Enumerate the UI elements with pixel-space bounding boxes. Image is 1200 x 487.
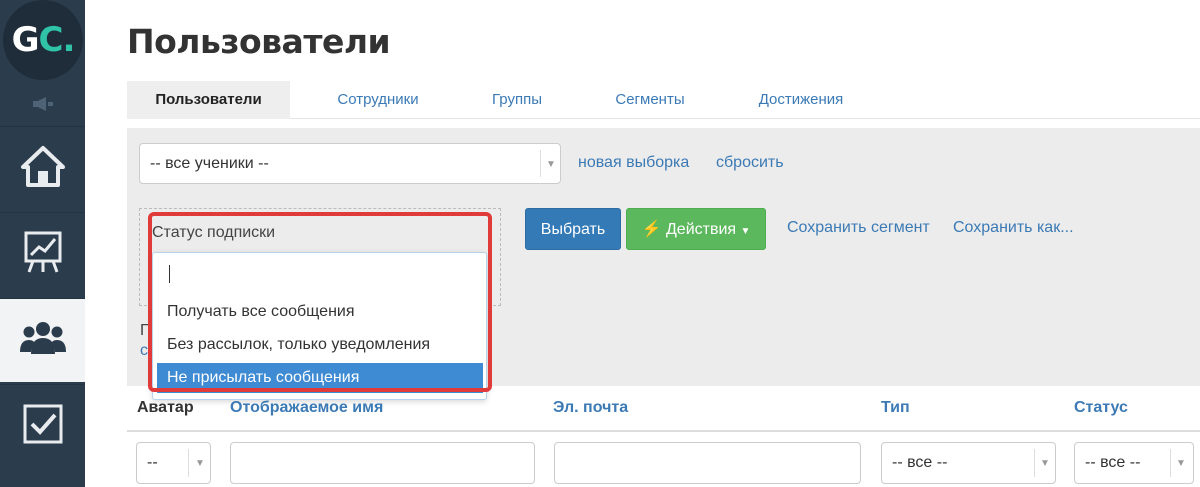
- checkbox-icon: [22, 403, 64, 450]
- tab-users[interactable]: Пользователи: [127, 81, 290, 119]
- new-selection-link[interactable]: новая выборка: [578, 154, 689, 172]
- filter-panel: -- все ученики -- ▼ новая выборка сброси…: [127, 128, 1200, 400]
- column-email[interactable]: Эл. почта: [553, 399, 628, 417]
- home-icon: [20, 145, 66, 192]
- logo-letter-c: C.: [38, 20, 76, 60]
- sidebar-item-users[interactable]: [0, 298, 85, 382]
- bolt-icon: ⚡: [641, 221, 662, 238]
- type-filter-select[interactable]: -- все -- ▼: [881, 442, 1056, 484]
- page-title: Пользователи: [127, 22, 391, 61]
- tab-achievements[interactable]: Достижения: [742, 81, 860, 119]
- avatar-filter-value: --: [147, 454, 158, 471]
- chevron-down-icon: ▼: [195, 458, 205, 469]
- save-as-link[interactable]: Сохранить как...: [953, 219, 1074, 237]
- sidebar-item-home[interactable]: [0, 126, 85, 210]
- megaphone-icon[interactable]: [0, 86, 85, 122]
- select-button[interactable]: Выбрать: [525, 208, 621, 250]
- select-divider: [1170, 449, 1171, 477]
- chart-icon: [23, 230, 63, 279]
- actions-button[interactable]: ⚡ Действия ▼: [626, 208, 766, 250]
- chevron-down-icon: ▼: [1176, 458, 1186, 469]
- tab-groups[interactable]: Группы: [472, 81, 562, 119]
- type-filter-value: -- все --: [892, 454, 948, 471]
- column-avatar: Аватар: [137, 399, 194, 416]
- tab-employees[interactable]: Сотрудники: [317, 81, 439, 119]
- select-divider: [540, 150, 541, 177]
- avatar-filter-select[interactable]: -- ▼: [136, 442, 211, 484]
- tab-segments[interactable]: Сегменты: [598, 81, 702, 119]
- caret-down-icon: ▼: [740, 226, 751, 237]
- status-filter-select[interactable]: -- все -- ▼: [1074, 442, 1194, 484]
- sidebar-item-tasks[interactable]: [0, 384, 85, 468]
- segment-select-value: -- все ученики --: [150, 155, 269, 172]
- column-type[interactable]: Тип: [881, 399, 910, 417]
- sidebar-item-reports[interactable]: [0, 212, 85, 296]
- chevron-down-icon: ▼: [1040, 458, 1050, 469]
- select-divider: [188, 449, 189, 477]
- column-status[interactable]: Статус: [1074, 399, 1128, 417]
- reset-link[interactable]: сбросить: [716, 154, 784, 172]
- segment-select[interactable]: -- все ученики -- ▼: [139, 143, 561, 184]
- users-icon: [19, 320, 67, 361]
- logo-letter-g: G: [11, 20, 40, 60]
- highlight-frame: [148, 212, 492, 392]
- tabs: Пользователи Сотрудники Группы Сегменты …: [127, 81, 1200, 119]
- save-segment-link[interactable]: Сохранить сегмент: [787, 219, 930, 237]
- email-filter-input[interactable]: [554, 442, 861, 484]
- status-filter-value: -- все --: [1085, 454, 1141, 471]
- partial-link[interactable]: с: [140, 342, 148, 360]
- logo[interactable]: G C.: [3, 0, 83, 80]
- display-name-filter-input[interactable]: [230, 442, 535, 484]
- chevron-down-icon: ▼: [546, 159, 556, 170]
- select-divider: [1034, 449, 1035, 477]
- sidebar: G C.: [0, 0, 85, 487]
- column-display-name[interactable]: Отображаемое имя: [230, 399, 383, 417]
- table-header: Аватар Отображаемое имя Эл. почта Тип Ст…: [127, 386, 1200, 432]
- main-content: Пользователи Пользователи Сотрудники Гру…: [85, 0, 1200, 487]
- actions-label: Действия: [665, 221, 737, 238]
